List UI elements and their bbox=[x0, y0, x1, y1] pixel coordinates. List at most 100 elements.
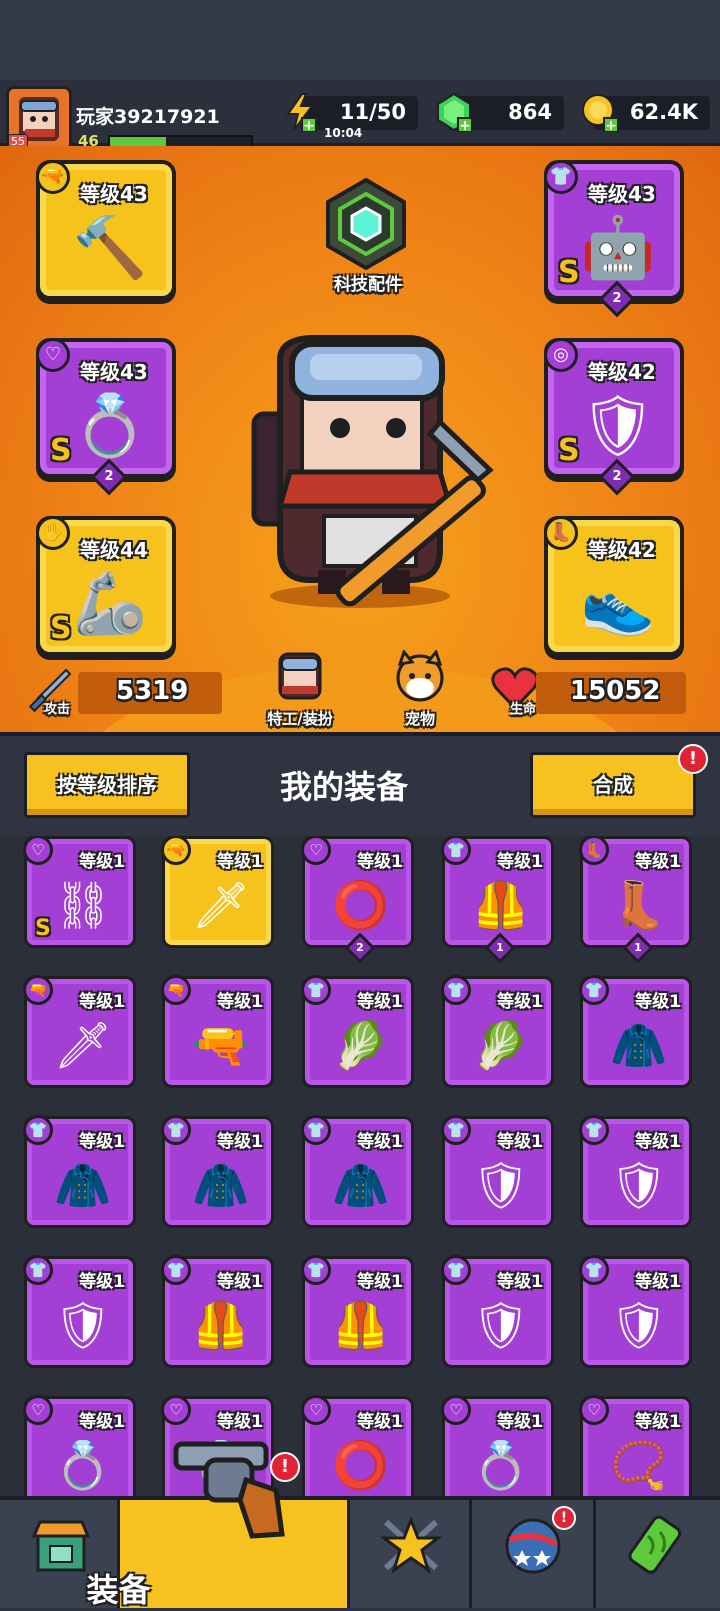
armor-type-icon: 👕 bbox=[441, 836, 471, 865]
agent-label: 特工/装扮 bbox=[267, 710, 333, 728]
hp-value: 15052 bbox=[570, 676, 661, 706]
agent-outfit-button[interactable]: 特工/装扮 bbox=[250, 650, 350, 729]
necklace-type-icon: ♡ bbox=[301, 836, 331, 865]
svg-text:+: + bbox=[605, 118, 617, 132]
slot-armor[interactable]: 👕 等级43 🤖 S 2 bbox=[544, 160, 684, 318]
equipment-item[interactable]: 👕 等级1 🥬 bbox=[301, 975, 414, 1088]
merge-alert-icon: ! bbox=[678, 744, 708, 774]
equipment-item[interactable]: ♡等级1💍 bbox=[23, 1395, 136, 1496]
kunai-icon: 🗡 bbox=[191, 878, 251, 932]
weapon-type-icon: 🔫 bbox=[161, 975, 191, 1005]
armor-type-icon: 👕 bbox=[161, 1255, 191, 1285]
equipment-item[interactable]: 👕 等级1 🦺 bbox=[301, 1255, 414, 1368]
equipment-item[interactable]: ♡ 等级1 ⭕ 2 bbox=[301, 836, 414, 964]
slot-weapon[interactable]: 🔫 等级43 🔨 bbox=[36, 160, 176, 300]
armor-type-icon: 👕 bbox=[579, 1115, 609, 1145]
equipment-item[interactable]: 👕 等级1 🛡 bbox=[441, 1255, 554, 1368]
equipment-title: 我的装备 bbox=[280, 768, 409, 806]
rarity-s: S bbox=[558, 255, 580, 290]
chain-necklace-icon: ⛓ bbox=[53, 878, 113, 932]
gem-chest-icon: 🛡 bbox=[471, 1158, 531, 1212]
armor-type-icon: 👕 bbox=[579, 975, 609, 1005]
shield-vest-icon: 🛡 bbox=[609, 1298, 669, 1352]
shotgun-icon: 🔫 bbox=[192, 1018, 250, 1072]
equipment-item[interactable]: 👕 等级1 🧥 bbox=[23, 1115, 136, 1228]
slot-level: 等级42 bbox=[588, 538, 656, 562]
equipment-item[interactable]: 👕 等级1 🛡 bbox=[579, 1115, 692, 1228]
necklace-slot-icon: ♡ bbox=[36, 338, 70, 372]
slot-necklace[interactable]: ♡ 等级43 💍 S 2 bbox=[36, 338, 176, 496]
shield-vest-icon: 🛡 bbox=[471, 1298, 531, 1352]
rarity-s: S bbox=[558, 433, 580, 468]
energy-icon: + bbox=[286, 93, 317, 132]
equipment-item[interactable]: 🔫 等级1 🗡 bbox=[23, 975, 136, 1088]
nav-equipment-label: 装备 bbox=[86, 1571, 151, 1609]
equipment-item[interactable]: ♡ 等级1 ⭕ bbox=[301, 1395, 414, 1496]
merge-button[interactable]: 合成 bbox=[530, 752, 696, 818]
armor-type-icon: 👕 bbox=[579, 1255, 609, 1285]
pet-button[interactable]: 宠物 bbox=[370, 648, 470, 729]
equipment-item[interactable]: 👕 等级1 🧥 bbox=[579, 975, 692, 1088]
energy-value: 11/50 bbox=[339, 100, 406, 124]
sneaker-icon: 👟 bbox=[580, 569, 656, 639]
equipment-item[interactable]: ♡ 等级1 📿 bbox=[579, 1395, 692, 1496]
equipment-item[interactable]: 👢 等级1 👢 1 bbox=[579, 836, 692, 964]
steel-coat-icon: 🧥 bbox=[54, 1158, 112, 1212]
equipment-item[interactable]: 👕 等级1 🧥 bbox=[161, 1115, 274, 1228]
gauntlet-icon: 🦾 bbox=[72, 569, 148, 639]
equipment-item[interactable]: 👕 等级1 🛡 bbox=[441, 1115, 554, 1228]
equipment-item[interactable]: 🔫 等级1 🔫 bbox=[161, 975, 274, 1088]
slot-level: 等级42 bbox=[588, 360, 656, 384]
winged-belt-icon: 🛡 bbox=[579, 391, 657, 461]
slot-gloves[interactable]: ✋ 等级44 🦾 S bbox=[36, 516, 176, 656]
equipment-item[interactable]: 👕 等级1 🦺 bbox=[161, 1255, 274, 1368]
necklace-type-icon: ♡ bbox=[23, 836, 53, 865]
slot-boots[interactable]: 👢 等级42 👟 bbox=[544, 516, 684, 656]
steel-coat-icon: 🧥 bbox=[610, 1018, 668, 1072]
rarity-s: S bbox=[50, 611, 72, 646]
collar-icon: ⭕ bbox=[332, 1438, 390, 1492]
equipment-item[interactable]: ♡ 等级1 ⛓ S bbox=[23, 836, 136, 948]
hammer-icon: 🔨 bbox=[72, 213, 148, 283]
armor-type-icon: 👕 bbox=[301, 1115, 331, 1145]
star-icon bbox=[380, 1515, 442, 1574]
boot-slot-icon: 👢 bbox=[544, 516, 578, 550]
star-necklace-icon: 💍 bbox=[72, 391, 148, 461]
gene-icon bbox=[628, 1515, 682, 1574]
pendant-icon: 📿 bbox=[610, 1438, 668, 1492]
mech-armor-icon: 🤖 bbox=[580, 213, 656, 283]
pet-label: 宠物 bbox=[404, 710, 435, 728]
armor-slot-icon: 👕 bbox=[544, 160, 578, 194]
nav-world[interactable]: ! bbox=[472, 1500, 596, 1608]
belt-slot-icon: ◎ bbox=[544, 338, 578, 372]
equipment-item[interactable]: 👕 等级1 🛡 bbox=[579, 1255, 692, 1368]
equipment-item[interactable]: 👕 等级1 🦺 1 bbox=[441, 836, 554, 964]
hero-character[interactable] bbox=[240, 330, 500, 610]
slot-level: 等级43 bbox=[80, 360, 148, 384]
armor-type-icon: 👕 bbox=[441, 1115, 471, 1145]
steel-coat-icon: 🧥 bbox=[192, 1158, 250, 1212]
necklace-type-icon: ♡ bbox=[301, 1395, 331, 1425]
equipment-item[interactable]: 👕 等级1 🧥 bbox=[301, 1115, 414, 1228]
boot-icon: 👢 bbox=[610, 878, 668, 932]
armor-type-icon: 👕 bbox=[301, 975, 331, 1005]
equipment-item[interactable]: ♡等级1💍 bbox=[441, 1395, 554, 1496]
nav-hero[interactable] bbox=[350, 1500, 472, 1608]
boots-type-icon: 👢 bbox=[579, 836, 609, 865]
world-alert-icon: ! bbox=[552, 1506, 576, 1530]
revolver-icon bbox=[173, 1441, 285, 1539]
slot-belt[interactable]: ◎ 等级42 🛡 S 2 bbox=[544, 338, 684, 496]
sort-by-level-button[interactable]: 按等级排序 bbox=[24, 752, 190, 818]
svg-text:+: + bbox=[303, 118, 315, 132]
gem-ring-icon: 💍 bbox=[472, 1438, 530, 1492]
gem-icon: + bbox=[437, 92, 473, 132]
tech-accessory-icon[interactable] bbox=[318, 176, 414, 272]
equipment-item[interactable]: 🔫 等级1 🗡 bbox=[161, 836, 274, 948]
equipment-item[interactable]: 👕 等级1 🥬 bbox=[441, 975, 554, 1088]
gem-chest-icon: 🛡 bbox=[53, 1298, 113, 1352]
spiked-collar-icon: ⭕ bbox=[332, 878, 390, 932]
equipment-item[interactable]: 👕 等级1 🛡 bbox=[23, 1255, 136, 1368]
player-name: 玩家39217921 bbox=[76, 106, 220, 128]
necklace-type-icon: ♡ bbox=[23, 1395, 53, 1425]
nav-gene[interactable] bbox=[596, 1500, 720, 1608]
